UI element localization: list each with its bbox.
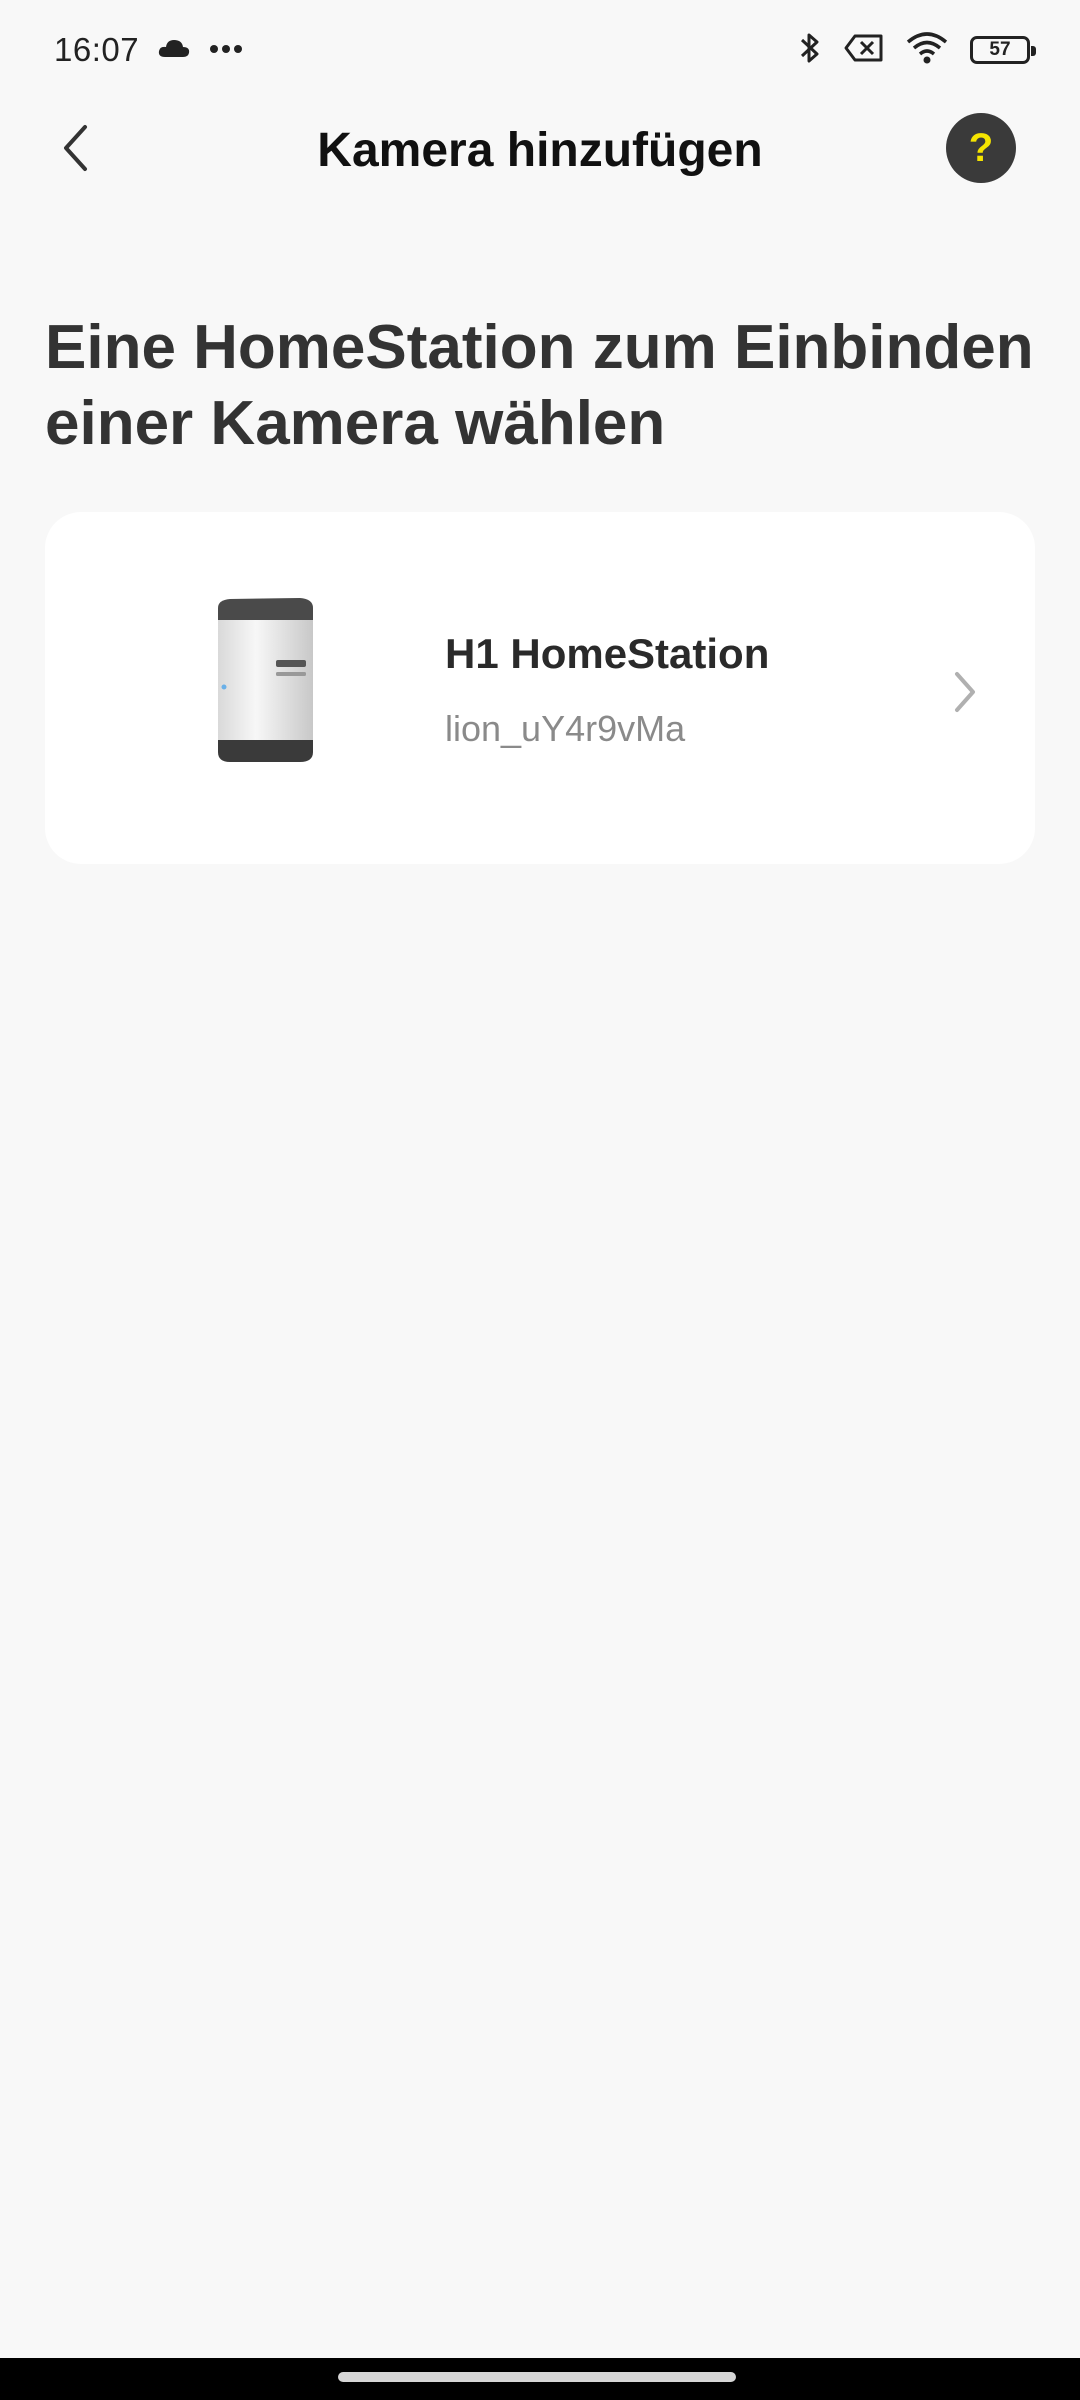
status-right: 57: [798, 30, 1036, 71]
home-indicator[interactable]: [338, 2372, 736, 2382]
wifi-icon: [906, 31, 948, 70]
no-sim-icon: [844, 33, 884, 68]
chevron-right-icon: [945, 662, 985, 722]
status-bar: 16:07 57: [0, 0, 1080, 100]
cloud-icon: [157, 37, 191, 64]
battery-icon: 57: [970, 36, 1036, 64]
device-list-item[interactable]: H1 HomeStation lion_uY4r9vMa: [45, 512, 1035, 864]
question-mark-icon: ?: [968, 125, 994, 170]
bluetooth-icon: [798, 30, 822, 71]
status-time: 16:07: [54, 31, 140, 68]
system-navigation-bar: [0, 2358, 1080, 2400]
section-heading: Eine HomeStation zum Einbinden einer Kam…: [45, 313, 1034, 458]
status-left: 16:07: [54, 31, 243, 69]
more-dots-icon: [209, 41, 243, 59]
battery-level: 57: [989, 39, 1011, 60]
device-id: lion_uY4r9vMa: [445, 708, 686, 749]
help-button[interactable]: ?: [946, 113, 1016, 183]
page-title: Kamera hinzufügen: [317, 123, 763, 177]
homestation-device-image: [210, 592, 320, 772]
app-bar: Kamera hinzufügen ?: [0, 100, 1080, 200]
device-name: H1 HomeStation: [445, 630, 770, 677]
